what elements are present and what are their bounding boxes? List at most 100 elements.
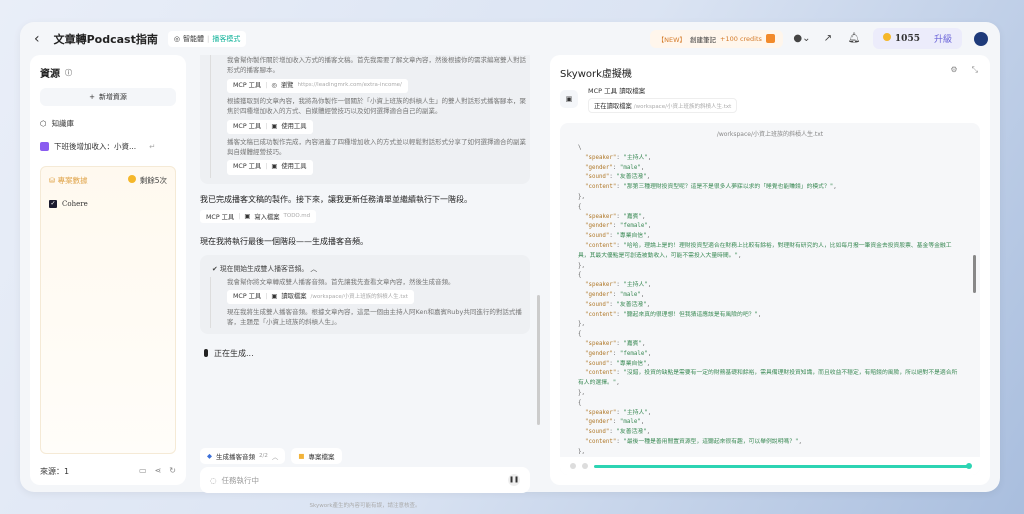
spinner-icon: ◌ [210,475,217,485]
collapse-icon[interactable]: ⤡ [972,65,978,75]
globe-icon: ◎ [271,81,277,89]
mode-badge[interactable]: ◎ 智能體 | 播客模式 [167,31,247,47]
remaining-count: 剩餘5次 [139,176,167,185]
code-line: { [578,272,582,279]
assistant-message: 我已完成播客文稿的製作。接下來，讓我更新任務清單並繼續執行下一階段。 [200,194,472,204]
code-line: "gender": "female", [584,223,652,230]
pause-button[interactable]: ❚❚ [508,474,520,486]
vm-title: Skywork虛擬機 [560,69,632,80]
code-line: }, [578,448,585,454]
next-icon[interactable] [582,463,588,469]
tool-label: MCP 工具 [233,81,262,89]
tool-call-use[interactable]: MCP 工具 | ▣ 使用工具 [227,119,313,134]
step-title: 現在開始生成雙人播客音頻。 [219,264,309,273]
code-line: "speaker": "嘉賓", [584,340,646,347]
code-line: "speaker": "嘉賓", [584,213,646,220]
credits-count: 1055 [894,34,920,44]
project-files-chip[interactable]: ■ 專案檔案 [291,448,342,464]
upgrade-button[interactable]: 升級 [934,32,952,45]
code-line: "content": "最後一種是善用閒置資源型，這聽起來很有趣，可以舉例說明嗎… [584,438,802,445]
loading-icon [204,349,208,358]
tool-action: 使用工具 [281,163,307,171]
code-line: }, [578,321,585,328]
cube-icon: ⬡ [40,119,47,128]
share-icon[interactable]: ↗ [821,32,835,46]
code-line: { [578,203,582,210]
resources-title: 資源 [40,69,60,80]
agent-icon: ◎ [173,35,180,43]
tool-arg: TODO.md [283,213,311,220]
code-line: "content": "那第三種理財投資型呢？這是不是很多人夢寐以求的「睡覺也能… [584,184,837,191]
new-notes-banner[interactable]: 【NEW】 創建筆記 +100 credits [649,29,783,48]
step-header[interactable]: ✔ 現在開始生成雙人播客音頻。 ︿ [200,261,530,277]
code-line: { [578,399,582,406]
virtual-machine-panel: Skywork虛擬機 ⚙ ⤡ ▣ MCP 工具 讀取檔案 正在讀取檔案 /work… [550,55,990,485]
prev-icon[interactable] [570,463,576,469]
chevron-up-icon: ︿ [308,264,318,273]
code-line: "sound": "專業自信", [584,360,651,367]
step-text: 播客文稿已成功製作完成，內容涵蓋了四種增加收入的方式並以輕鬆對話形式分享了如何選… [227,137,526,157]
vm-status-text: 正在讀取檔案 [594,103,632,110]
task-chip[interactable]: ◆ 生成播客音頻 2/2 ︿ [200,448,286,464]
credits-box[interactable]: 1055 升級 [872,28,962,49]
share-node-icon[interactable]: ⋖ [155,466,162,477]
tool-label: MCP 工具 [233,122,262,130]
code-line: "sound": "友善活潑", [584,429,651,436]
vm-tool-label: MCP 工具 讀取檔案 [588,87,646,95]
top-bar: ‹ 文章轉Podcast指南 ◎ 智能體 | 播客模式 【NEW】 創建筆記 +100 c… [20,22,1000,56]
task-label: 生成播客音頻 [216,453,255,461]
document-item[interactable]: 下班後增加收入：小資... ↵ [40,141,176,152]
tool-call-read[interactable]: MCP 工具 | ▣ 讀取檔案/workspace/小資上班族的斜槓人生.txt [227,289,414,304]
avatar[interactable] [974,31,988,46]
vm-status-path: /workspace/小資上班族的斜槓人生.txt [633,104,732,110]
chat-input[interactable]: ◌ 任務執行中 ❚❚ [200,467,530,493]
add-resource-label: 新增資源 [98,93,127,101]
code-line: "speaker": "主持人", [584,154,652,161]
cohere-checkbox[interactable]: ✓ Cohere [49,200,167,208]
cohere-label: Cohere [62,200,88,208]
bell-icon[interactable]: 🔔︎ [847,32,861,46]
refresh-icon[interactable]: ↻ [169,466,176,477]
tool-call-use[interactable]: MCP 工具 | ▣ 使用工具 [227,160,313,175]
file-content: \ "speaker": "主持人", "gender": "male", "s… [560,144,980,454]
folder-icon: ■ [298,452,305,460]
agent-label: 智能體 [182,35,204,43]
task-count: 2/2 [259,453,268,459]
knowledge-base-item[interactable]: ⬡ 知識庫 [40,118,176,129]
back-icon[interactable]: ‹ [34,31,40,47]
new-credits: +100 credits [720,34,762,43]
input-placeholder: 任務執行中 [221,475,260,485]
file-horizontal-scrollbar[interactable] [560,457,980,475]
tool-call-browse[interactable]: MCP 工具 | ◎ 瀏覽 https://leadingmrk.com/extra-i… [227,78,408,93]
progress-track[interactable] [594,463,972,469]
comment-icon[interactable]: ▭ [139,466,147,477]
tool-arg: https://leadingmrk.com/extra-income/ [297,82,402,89]
info-icon[interactable]: ⓘ [65,68,72,78]
tool-label: MCP 工具 [233,163,262,171]
project-data-card: ⛁ 專案數據 剩餘5次 ✓ Cohere [40,166,176,454]
settings-icon[interactable]: ⚙ [950,65,957,75]
knowledge-label: 知識庫 [51,119,75,128]
code-line: }, [578,389,585,396]
chat-scrollbar[interactable] [537,295,540,425]
terminal-icon: ▣ [271,122,278,130]
resources-panel: 資源 ⓘ + 新增資源 ⬡ 知識庫 下班後增加收入：小資... ↵ ⛁ 專案數據 剩餘5次… [30,55,186,485]
plus-icon: + [89,93,95,101]
shield-icon: ◆ [207,452,212,460]
check-icon: ✓ [49,200,57,208]
code-line: "sound": "友善活潑", [584,301,651,308]
add-resource-button[interactable]: + 新增資源 [40,88,176,106]
generating-status: 正在生成... [200,348,530,359]
mascot-dropdown-icon[interactable]: ●⌄ [793,32,810,46]
code-line: "content": "聽起來真的很理想！但我猜這應該是有風險的吧？", [584,311,762,318]
code-line: }, [578,262,585,269]
code-line: "gender": "male", [584,419,645,426]
chevron-up-icon: ︿ [271,453,279,461]
mode-label: 播客模式 [212,35,241,43]
file-vertical-scrollbar[interactable] [973,255,976,293]
project-title: 專案數據 [57,176,88,185]
code-line: }, [578,193,585,200]
code-line: "content": "沒錯，投資的缺點是需要有一定的財務基礎和餘裕，需具備理財… [578,370,958,387]
tool-call-write[interactable]: MCP 工具 | ▣ 寫入檔案 TODO.md [200,209,317,223]
generating-label: 正在生成... [214,348,254,358]
